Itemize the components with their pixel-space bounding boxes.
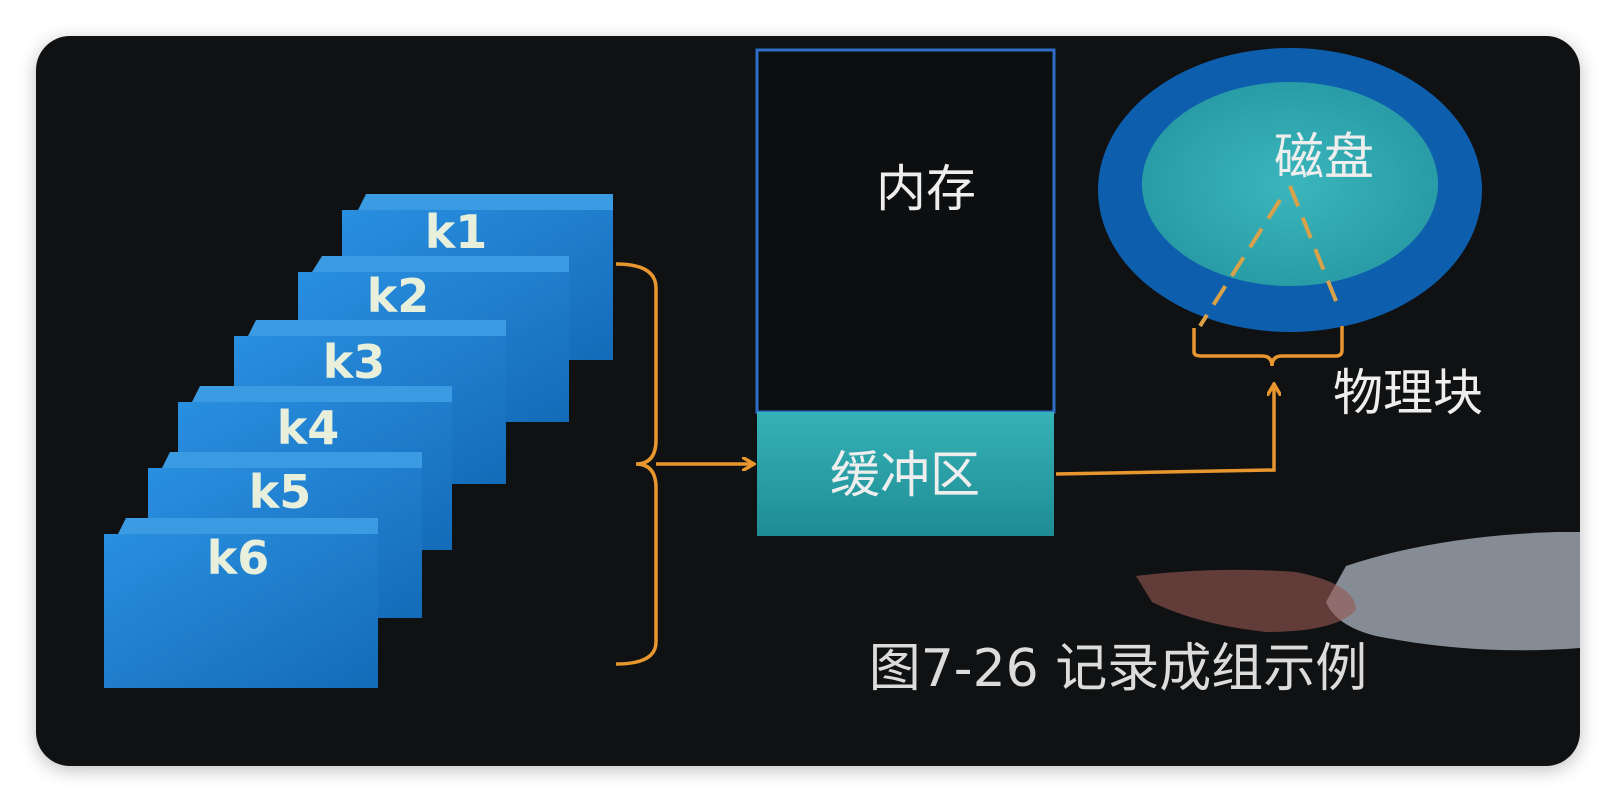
block-stack: k1 k2 k3 k4 k5 k6	[104, 194, 613, 688]
blocks-brace-arrow	[615, 262, 752, 666]
disk: 磁盘	[1098, 48, 1482, 332]
presenter-hand	[1136, 532, 1580, 651]
buffer-area: 缓冲区	[757, 412, 1054, 536]
buffer-to-disk-arrow	[1055, 386, 1274, 476]
record-grouping-diagram: k1 k2 k3 k4 k5 k6 内存 缓冲区 磁盘 物理块 图7-26 记录…	[104, 48, 1580, 699]
block-label-k1: k1	[425, 205, 488, 259]
figure-caption: 图7-26 记录成组示例	[869, 639, 1368, 699]
buffer-label: 缓冲区	[830, 446, 980, 504]
disk-label: 磁盘	[1274, 128, 1374, 186]
block-label-k3: k3	[323, 335, 386, 389]
block-k6: k6	[104, 518, 378, 688]
block-label-k2: k2	[367, 269, 430, 323]
block-label-k6: k6	[207, 531, 270, 585]
physical-block-brace	[1192, 326, 1344, 367]
block-label-k5: k5	[249, 465, 312, 519]
block-label-k4: k4	[277, 401, 340, 455]
memory-label: 内存	[876, 160, 976, 218]
physical-block-label: 物理块	[1333, 364, 1483, 422]
memory-box: 内存	[755, 48, 1056, 414]
diagram-frame: k1 k2 k3 k4 k5 k6 内存 缓冲区 磁盘 物理块 图7-26 记录…	[36, 36, 1580, 766]
